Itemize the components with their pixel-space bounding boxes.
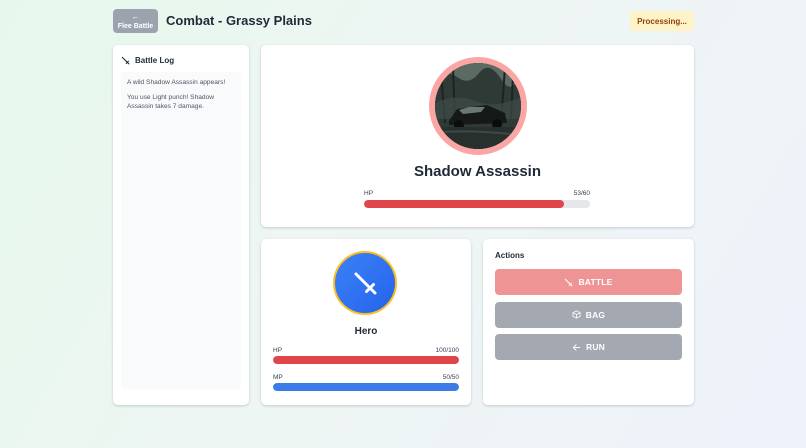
actions-title: Actions (495, 251, 525, 260)
battle-log-panel: Battle Log A wild Shadow Assassin appear… (113, 45, 249, 405)
enemy-name: Shadow Assassin (414, 163, 541, 180)
run-button[interactable]: RUN (495, 334, 682, 360)
hero-hp-bar: HP 100/100 (273, 347, 459, 364)
battle-button-label: BATTLE (578, 277, 613, 287)
hero-mp-track (273, 383, 459, 391)
bag-button-label: BAG (585, 309, 606, 320)
flee-battle-label: Flee Battle (117, 22, 154, 30)
page-title: Combat - Grassy Plains (166, 13, 312, 28)
battle-log-header: Battle Log (121, 53, 241, 67)
enemy-hp-track (364, 200, 590, 208)
status-badge: Processing... (630, 11, 694, 31)
log-entry: A wild Shadow Assassin appears! (127, 79, 226, 86)
battle-log-body[interactable]: A wild Shadow Assassin appears! You use … (121, 72, 241, 389)
box-icon (572, 310, 581, 319)
hero-hp-label: HP (273, 347, 283, 354)
enemy-panel: Shadow Assassin HP 53/60 (261, 45, 694, 227)
hero-hp-value: 100/100 (435, 347, 460, 354)
enemy-hp-fill (364, 200, 564, 208)
arrow-left-icon: ← (131, 11, 140, 21)
log-entry: You use Light punch! Shadow Assassin tak… (127, 93, 215, 111)
enemy-portrait (429, 57, 527, 155)
hero-hp-track (273, 356, 459, 364)
hero-mp-fill (273, 383, 459, 391)
hero-mp-label: MP (273, 374, 283, 381)
actions-panel: Actions BATTLE BAG RUN (483, 239, 694, 405)
battle-log-title: Battle Log (135, 55, 175, 65)
enemy-hp-value: 53/60 (573, 190, 590, 197)
enemy-portrait-image (435, 63, 521, 149)
flee-battle-button[interactable]: ← Flee Battle (113, 9, 158, 33)
arrow-left-icon (572, 343, 581, 351)
hero-portrait (333, 251, 397, 315)
sword-icon (121, 56, 130, 64)
bag-button[interactable]: BAG (495, 301, 682, 328)
sword-icon (354, 272, 377, 295)
hero-panel: Hero HP 100/100 MP 50/50 (261, 239, 471, 405)
sword-icon (565, 278, 573, 286)
enemy-hp-label: HP (364, 190, 374, 197)
run-button-label: RUN (585, 342, 605, 352)
enemy-hp-bar: HP 53/60 (364, 190, 590, 208)
hero-hp-fill (273, 356, 459, 364)
battle-button[interactable]: BATTLE (495, 269, 682, 295)
hero-mp-bar: MP 50/50 (273, 374, 459, 391)
hero-mp-value: 50/50 (442, 374, 459, 381)
hero-name: Hero (354, 326, 378, 337)
